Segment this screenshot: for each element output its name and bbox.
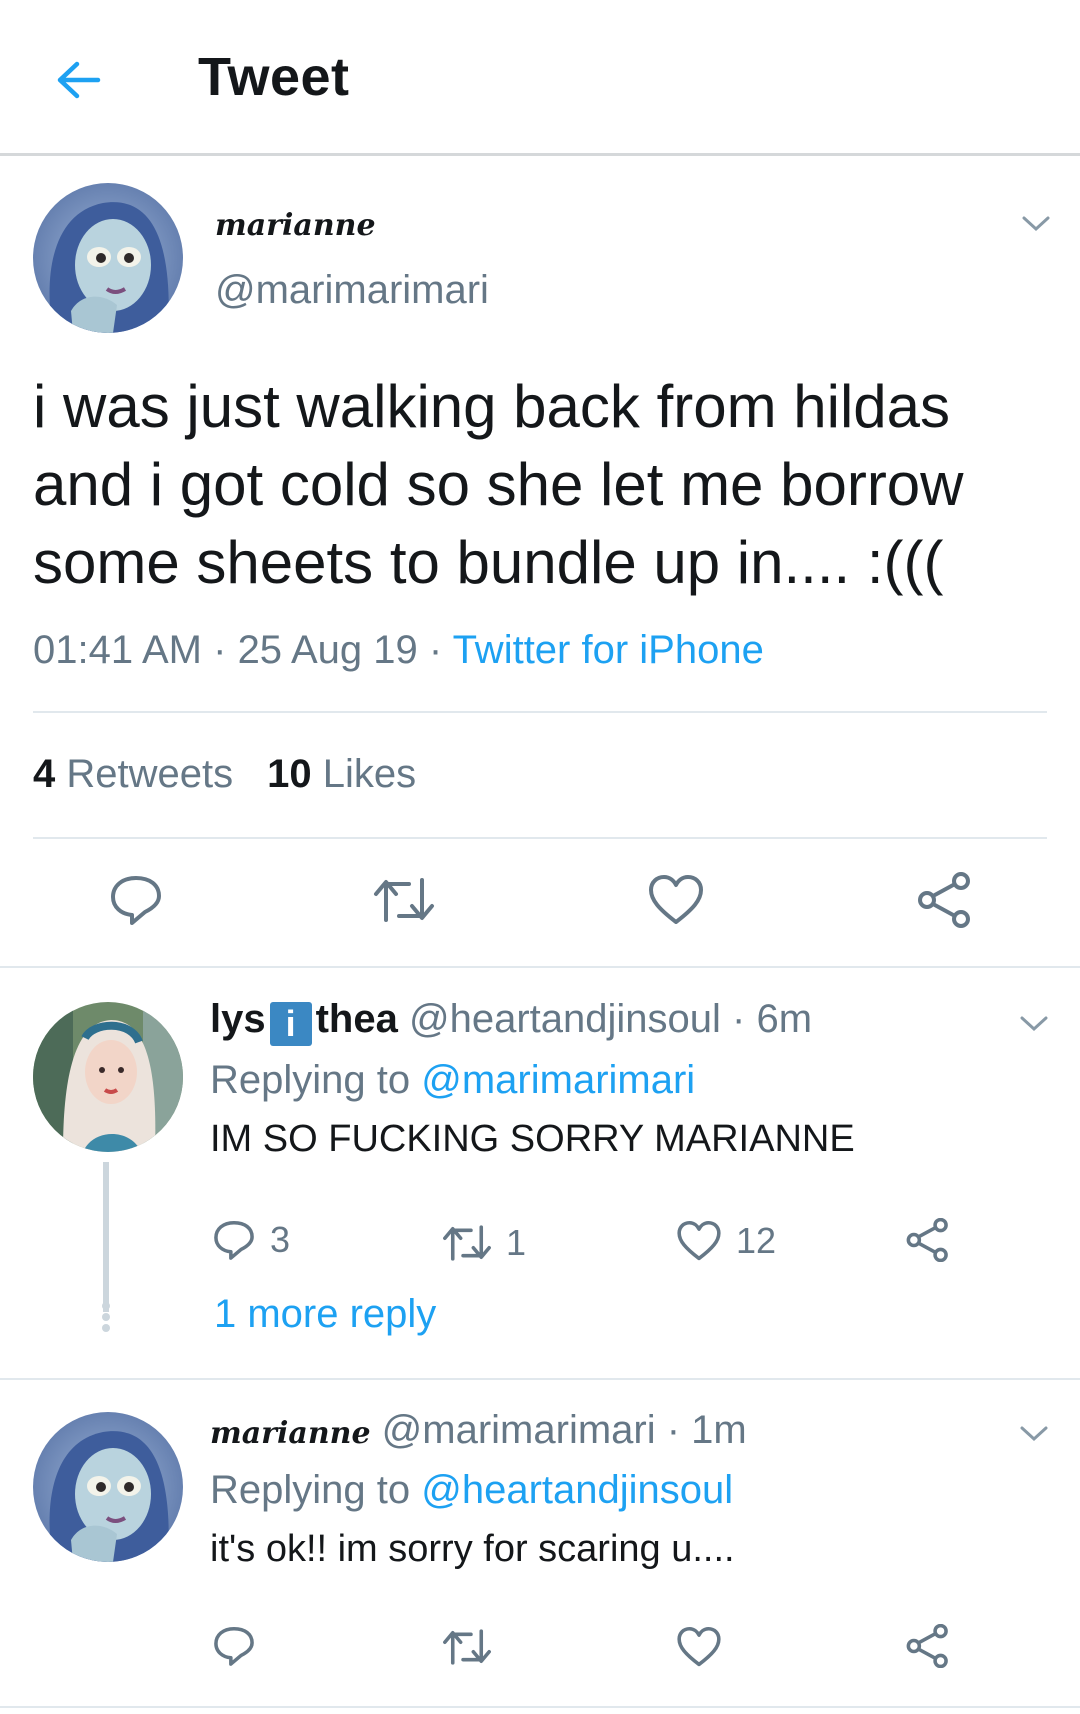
share-icon: [918, 872, 970, 928]
reply-button[interactable]: 3: [212, 1218, 290, 1262]
likes-label: Likes: [322, 752, 417, 796]
author-handle[interactable]: @marimarimari: [215, 268, 489, 313]
tweet-metadata: 01:41 AM · 25 Aug 19 · Twitter for iPhon…: [33, 628, 764, 673]
replying-prefix: Replying to: [210, 1468, 411, 1512]
tweet-time: 01:41 AM: [33, 628, 203, 672]
reply-handle[interactable]: @marimarimari: [382, 1408, 656, 1452]
tweet-source-link[interactable]: Twitter for iPhone: [453, 628, 764, 672]
back-button[interactable]: [48, 50, 108, 110]
like-icon: [677, 1626, 721, 1667]
replying-mention[interactable]: @heartandjinsoul: [421, 1468, 733, 1512]
share-button[interactable]: [906, 1624, 950, 1668]
tweet-stats: 4 Retweets 10 Likes: [33, 752, 416, 797]
reply-handle[interactable]: @heartandjinsoul: [409, 997, 721, 1041]
meta-separator: ·: [202, 628, 238, 672]
author-avatar[interactable]: [33, 183, 183, 333]
replying-to: Replying to @heartandjinsoul: [210, 1468, 733, 1513]
author-display-name[interactable]: marianne: [215, 208, 376, 243]
replying-to: Replying to @marimarimari: [210, 1058, 695, 1103]
divider: [33, 837, 1047, 839]
section-separator: [0, 1378, 1080, 1380]
replying-prefix: Replying to: [210, 1058, 411, 1102]
like-count: 12: [736, 1220, 777, 1261]
replying-mention[interactable]: @marimarimari: [421, 1058, 695, 1102]
reply-display-name[interactable]: marianne: [210, 1416, 371, 1451]
likes-stat[interactable]: 10 Likes: [267, 752, 416, 796]
retweet-icon: [443, 1225, 491, 1261]
chevron-down-icon: [1020, 1016, 1048, 1032]
reply-display-name[interactable]: lys i thea: [210, 997, 398, 1046]
divider: [33, 711, 1047, 713]
retweets-label: Retweets: [66, 752, 234, 796]
chevron-down-icon: [1022, 216, 1050, 232]
reply-header: marianne @marimarimari · 1m: [210, 1408, 747, 1453]
like-icon: [649, 875, 703, 924]
reply-age: 1m: [691, 1408, 747, 1452]
reply-menu-button[interactable]: [1016, 1012, 1052, 1036]
page-title: Tweet: [198, 47, 350, 107]
thread-continuation-dots: [102, 1302, 110, 1332]
reply-icon: [111, 876, 161, 925]
reply-button[interactable]: [212, 1624, 256, 1668]
reply-text: it's ok!! im sorry for scaring u....: [210, 1528, 735, 1570]
retweet-count: 1: [506, 1222, 527, 1263]
tweet-text-line: some sheets to bundle up in.... :(((: [33, 529, 944, 596]
like-button[interactable]: [647, 874, 705, 926]
meta-separator: ·: [720, 997, 757, 1041]
like-icon: [677, 1220, 721, 1261]
like-button[interactable]: 12: [676, 1220, 776, 1262]
thread-line: [103, 1162, 109, 1312]
tweet-text-line: i was just walking back from hildas: [33, 373, 951, 440]
meta-separator: ·: [655, 1408, 692, 1452]
retweet-button[interactable]: [442, 1628, 492, 1666]
reply-icon: [214, 1220, 254, 1260]
retweet-button[interactable]: [373, 876, 435, 924]
tweet-text-line: and i got cold so she let me borrow: [33, 451, 964, 518]
section-separator: [0, 966, 1080, 968]
app-header: Tweet: [0, 0, 1080, 156]
reply-count: 3: [270, 1219, 291, 1260]
tweet-text: i was just walking back from hildas and …: [33, 368, 1043, 602]
chevron-down-icon: [1020, 1426, 1048, 1442]
reply-button[interactable]: [108, 872, 164, 928]
retweets-stat[interactable]: 4 Retweets: [33, 752, 233, 796]
tweet-date: 25 Aug 19: [237, 628, 418, 672]
share-icon: [906, 1218, 948, 1262]
section-separator: [0, 1706, 1080, 1708]
retweets-count: 4: [33, 752, 56, 796]
reply-avatar[interactable]: [33, 1412, 183, 1562]
retweet-button[interactable]: 1: [442, 1222, 526, 1264]
information-emoji: i: [269, 1002, 312, 1046]
back-arrow-icon: [57, 61, 101, 99]
likes-count: 10: [267, 752, 312, 796]
reply-age: 6m: [756, 997, 813, 1041]
tweet-menu-button[interactable]: [1018, 212, 1054, 236]
meta-separator: ·: [417, 628, 453, 672]
reply-avatar[interactable]: [33, 1002, 183, 1152]
name-part: thea: [315, 997, 398, 1041]
reply-menu-button[interactable]: [1016, 1422, 1052, 1446]
share-button[interactable]: [917, 872, 973, 928]
like-button[interactable]: [676, 1626, 722, 1668]
reply-icon: [214, 1626, 254, 1666]
more-replies-link[interactable]: 1 more reply: [214, 1292, 436, 1337]
share-icon: [906, 1624, 948, 1668]
reply-header: lys i thea @heartandjinsoul · 6m: [210, 997, 812, 1046]
name-part: lys: [210, 997, 266, 1041]
share-button[interactable]: [906, 1218, 950, 1262]
retweet-icon: [374, 878, 434, 922]
retweet-icon: [443, 1629, 491, 1665]
reply-text: IM SO FUCKING SORRY MARIANNE: [210, 1118, 855, 1160]
